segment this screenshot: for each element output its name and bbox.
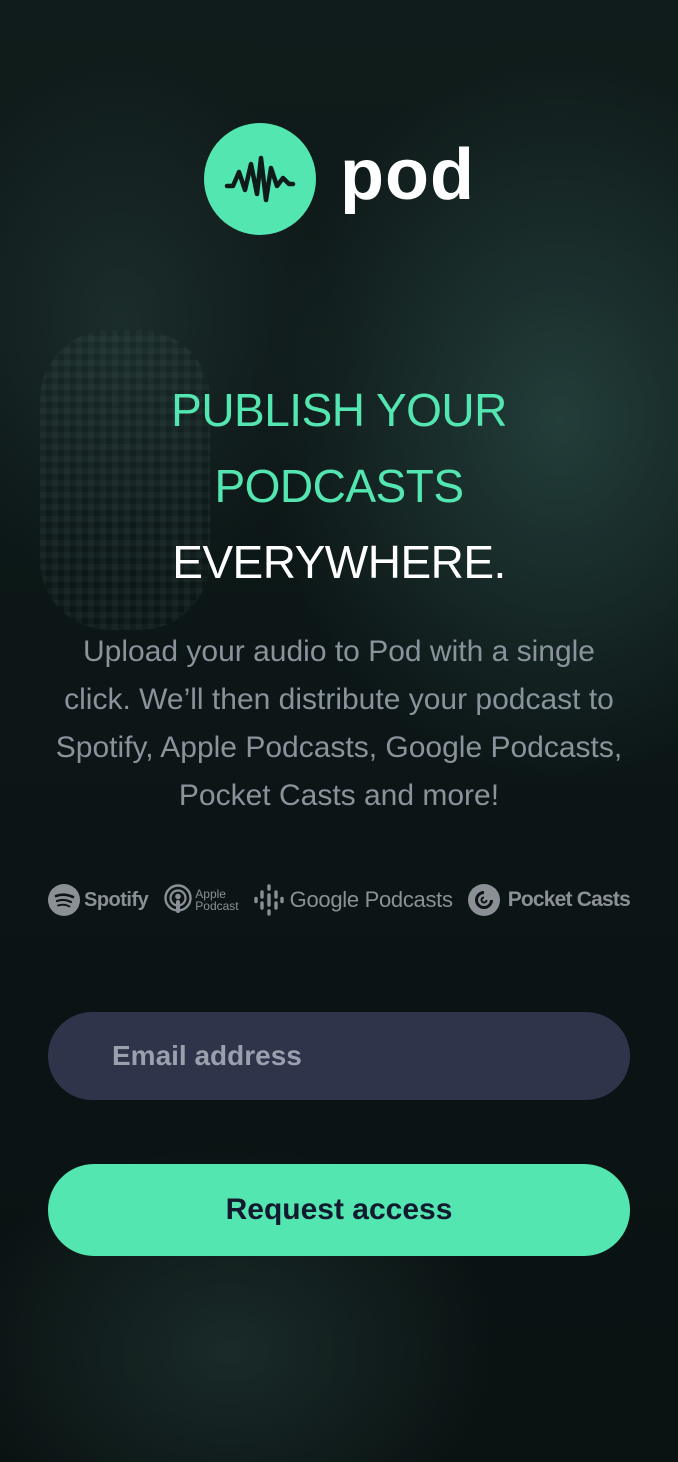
headline-line-1: PUBLISH YOUR <box>171 384 507 436</box>
request-access-button[interactable]: Request access <box>48 1164 630 1256</box>
google-podcasts-label: Google Podcasts <box>289 887 453 912</box>
apple-label-line-2: Podcast <box>195 899 239 913</box>
google-podcasts-icon <box>253 884 284 916</box>
apple-podcast-logo: Apple Podcast <box>163 884 239 916</box>
spotify-label: Spotify <box>84 888 149 911</box>
logo: pod <box>204 123 475 235</box>
headline-line-3: EVERYWHERE. <box>172 536 506 588</box>
platform-logos: Spotify Apple Podcast Google Podcasts Po… <box>48 878 631 922</box>
spotify-icon <box>48 884 80 916</box>
pocket-casts-logo: Pocket Casts <box>467 884 631 916</box>
spotify-logo: Spotify <box>48 884 149 916</box>
soundwave-icon <box>204 123 316 235</box>
google-podcasts-logo: Google Podcasts <box>253 883 453 917</box>
pocket-casts-label: Pocket Casts <box>507 888 631 911</box>
headline: PUBLISH YOUR PODCASTS EVERYWHERE. <box>0 372 678 600</box>
brand-name: pod <box>340 135 475 215</box>
description: Upload your audio to Pod with a single c… <box>55 635 623 812</box>
email-input[interactable] <box>48 1012 630 1100</box>
apple-podcast-label: Apple Podcast <box>195 888 238 912</box>
pocket-casts-icon <box>467 884 500 916</box>
apple-podcasts-icon <box>164 884 192 913</box>
headline-line-2: PODCASTS <box>214 460 464 512</box>
